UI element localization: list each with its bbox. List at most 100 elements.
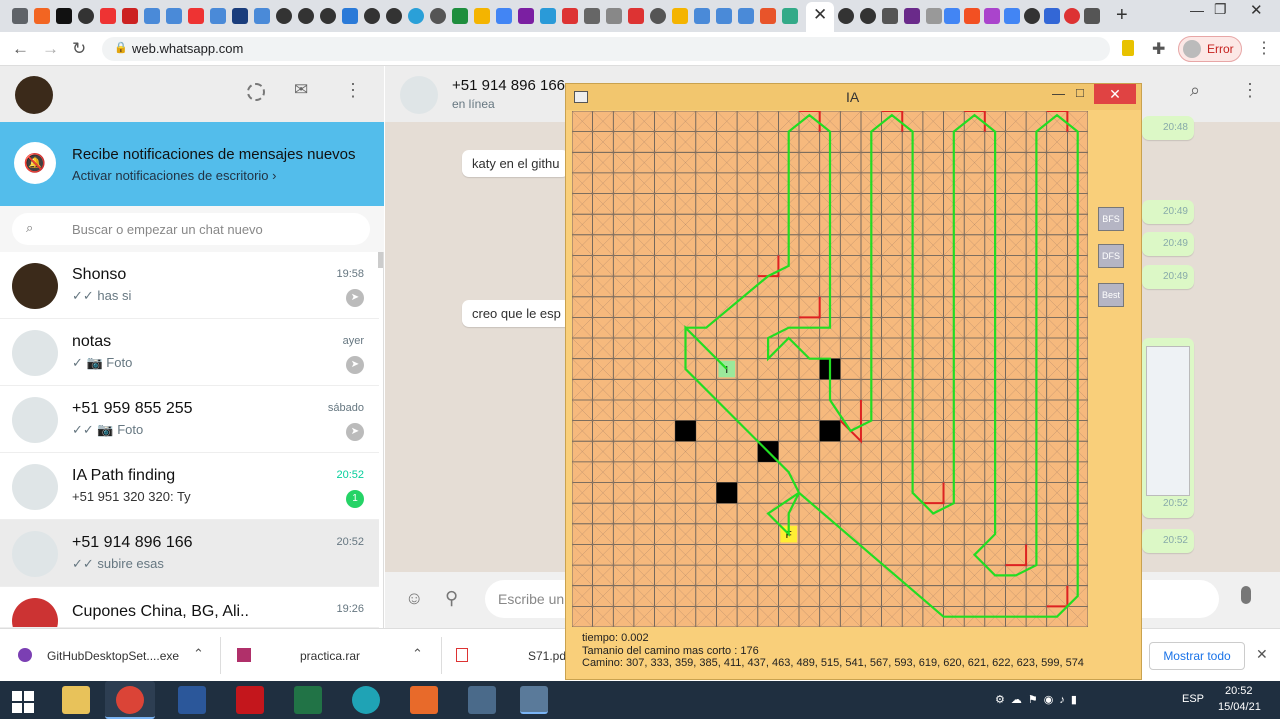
windows-start-icon[interactable] [12,691,34,713]
search-icon[interactable]: ⌕ [1190,80,1200,101]
java-app-icon[interactable] [468,686,496,714]
notification-banner[interactable]: 🔕 Recibe notificaciones de mensajes nuev… [0,122,384,206]
tab-icon[interactable] [166,8,182,24]
back-icon[interactable]: ← [12,40,29,58]
chat-item[interactable]: Shonso ✓✓ has si 19:58 ➤ [0,252,379,319]
tab-icon[interactable] [518,8,534,24]
close-icon[interactable]: ✕ [1094,84,1136,104]
tab-icon[interactable] [34,8,50,24]
tab-icon[interactable] [650,8,666,24]
contact-avatar[interactable] [400,76,438,114]
minimize-icon[interactable]: — [1052,86,1065,101]
image-thumbnail[interactable] [1146,346,1190,496]
profile-error-button[interactable]: Error [1178,36,1242,62]
youtube-tab-icon[interactable] [188,8,204,24]
chat-item[interactable]: IA Path finding +51 951 320 320: Ty 20:5… [0,453,379,520]
github-tab-icon[interactable] [838,8,854,24]
tab-icon[interactable] [12,8,28,24]
chat-item[interactable]: Cupones China, BG, Ali.. 19:26 [0,587,379,628]
ieee-tab-icon[interactable] [232,8,248,24]
minimize-window-icon[interactable]: — [1190,2,1204,18]
excel-icon[interactable] [294,686,322,714]
java-app-active-icon[interactable] [520,686,548,714]
github-tab-icon[interactable] [860,8,876,24]
tab-icon[interactable] [904,8,920,24]
gmail-tab-icon[interactable] [562,8,578,24]
chevron-up-icon[interactable]: ⌃ [193,646,204,662]
github-tab-icon[interactable] [1024,8,1040,24]
language-indicator[interactable]: ESP [1182,693,1204,705]
download-item[interactable]: GitHubDesktopSet....exe ⌃ [0,629,220,682]
github-tab-icon[interactable] [276,8,292,24]
microphone-icon[interactable] [1241,586,1251,604]
enable-notifications-link[interactable]: Activar notificaciones de escritorio › [72,168,276,183]
pathfinding-grid[interactable]: IF [571,110,1089,628]
tab-icon[interactable] [926,8,942,24]
google-tab-icon[interactable] [944,8,960,24]
github-tab-icon[interactable] [78,8,94,24]
chat-item[interactable]: notas ✓ 📷 Foto ayer ➤ [0,319,379,386]
new-chat-icon[interactable]: ✉ [294,80,308,100]
github-tab-icon[interactable] [320,8,336,24]
github-tab-icon[interactable] [298,8,314,24]
tab-icon[interactable] [672,8,688,24]
maximize-icon[interactable]: □ [1076,85,1084,100]
menu-icon[interactable]: ⋮ [1241,80,1259,101]
close-tab-icon[interactable]: ✕ [813,5,827,25]
tab-icon[interactable] [694,8,710,24]
tab-icon[interactable] [782,8,798,24]
reload-icon[interactable]: ↻ [72,40,86,58]
docs-tab-icon[interactable] [496,8,512,24]
tab-icon[interactable] [56,8,72,24]
tab-icon[interactable] [342,8,358,24]
menu-icon[interactable]: ⋮ [344,80,362,101]
github-tab-icon[interactable] [364,8,380,24]
my-avatar[interactable] [15,76,53,114]
forward-icon[interactable]: → [42,40,59,58]
tab-icon[interactable] [452,8,468,24]
close-window-icon[interactable]: ✕ [1250,1,1263,19]
tab-icon[interactable] [584,8,600,24]
ia-title-bar[interactable]: IA — □ ✕ [566,84,1141,110]
address-bar[interactable]: 🔒 web.whatsapp.com [102,37,1110,61]
edge-icon[interactable] [352,686,380,714]
tab-icon[interactable] [1064,8,1080,24]
wordpress-tab-icon[interactable] [408,8,424,24]
clock-date[interactable]: 15/04/21 [1218,701,1261,713]
chrome-menu-icon[interactable]: ⋮ [1256,38,1272,58]
outgoing-image-message[interactable]: 20:52 [1142,338,1194,518]
status-icon[interactable] [247,83,265,101]
youtube-tab-icon[interactable] [100,8,116,24]
chat-item[interactable]: +51 959 855 255 ✓✓ 📷 Foto sábado ➤ [0,386,379,453]
app-icon[interactable] [410,686,438,714]
tab-icon[interactable] [430,8,446,24]
gitlab-tab-icon[interactable] [760,8,776,24]
tab-icon[interactable] [984,8,1000,24]
extension-icon[interactable] [1122,40,1134,56]
chevron-up-icon[interactable]: ⌃ [412,646,423,662]
dfs-button[interactable]: DFS [1098,244,1124,268]
tab-icon[interactable] [1044,8,1060,24]
tab-icon[interactable] [144,8,160,24]
tab-icon[interactable] [1084,8,1100,24]
clock-time[interactable]: 20:52 [1225,685,1253,697]
tab-icon[interactable] [882,8,898,24]
system-tray-icons[interactable]: ⚙☁⚑◉♪▮ [995,693,1125,707]
gmail-tab-icon[interactable] [628,8,644,24]
show-all-button[interactable]: Mostrar todo [1149,642,1245,670]
tab-icon[interactable] [122,8,138,24]
extensions-puzzle-icon[interactable]: ✚ [1152,39,1165,59]
chat-item-selected[interactable]: +51 914 896 166 ✓✓ subire esas 20:52 [0,520,379,587]
microsoft-tab-icon[interactable] [964,8,980,24]
tab-icon[interactable] [738,8,754,24]
google-tab-icon[interactable] [1004,8,1020,24]
restore-window-icon[interactable]: ❐ [1214,1,1227,18]
tab-icon[interactable] [210,8,226,24]
tab-icon[interactable] [716,8,732,24]
word-icon[interactable] [178,686,206,714]
download-item[interactable]: practica.rar ⌃ [221,629,441,682]
github-tab-icon[interactable] [386,8,402,24]
chrome-icon[interactable] [116,686,144,714]
tab-icon[interactable] [606,8,622,24]
close-icon[interactable]: ✕ [1256,646,1268,663]
